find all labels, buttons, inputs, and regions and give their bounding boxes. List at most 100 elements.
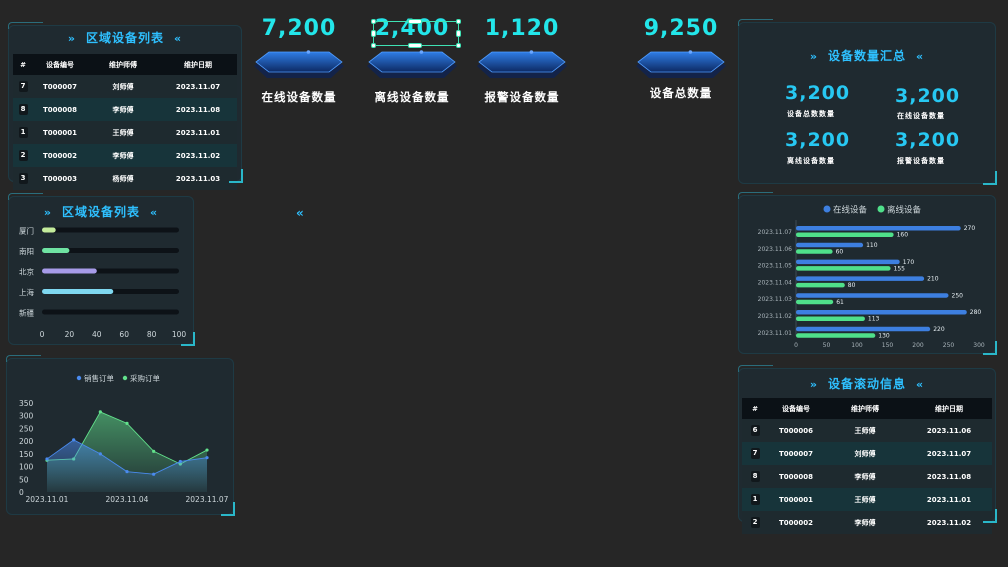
bar-value-label: 110 <box>866 242 878 249</box>
table-row[interactable]: 3 T000003 杨师傅 2023.11.03 <box>13 167 237 190</box>
category-label: 新疆 <box>19 308 34 318</box>
region-bar-chart-panel: » 区域设备列表 « 厦门 南阳 北京 上海 新疆 0 20 40 60 80 100 <box>8 193 195 346</box>
data-point <box>125 470 129 474</box>
legend-dot <box>823 205 831 213</box>
table-row[interactable]: 7 T000007 刘师傅 2023.11.07 <box>742 442 992 465</box>
date-cell: 2023.11.08 <box>159 98 237 121</box>
bar <box>796 310 967 315</box>
panel-tab <box>8 22 43 29</box>
panel-tab <box>738 19 773 26</box>
bar <box>796 282 845 288</box>
selection-box[interactable] <box>371 19 461 48</box>
date-cell: 2023.11.07 <box>906 442 992 465</box>
technician-cell: 刘师傅 <box>824 442 906 465</box>
row-index-cell: 8 <box>13 98 33 121</box>
bar-value-label: 155 <box>894 265 906 272</box>
y-tick-label: 200 <box>19 437 34 446</box>
double-chevron-left-icon: « <box>916 378 925 391</box>
resize-handle-bottom-left[interactable] <box>371 43 376 48</box>
bar-track <box>42 227 179 233</box>
table-row[interactable]: 7 T000007 刘师傅 2023.11.07 <box>13 75 237 98</box>
category-label: 2023.11.07 <box>758 229 793 236</box>
kpi-label-text: 在线设备数量 <box>261 90 337 104</box>
kpi-pedestal-icon <box>477 50 567 78</box>
kpi-value: 1,120 <box>475 16 569 41</box>
table-row[interactable]: 2 T000002 李师傅 2023.11.02 <box>742 511 992 534</box>
table-row[interactable]: 8 T000008 李师傅 2023.11.08 <box>13 98 237 121</box>
resize-handle-top[interactable] <box>408 19 422 24</box>
device-id-cell: T000003 <box>33 167 87 190</box>
legend-label: 在线设备 <box>833 205 868 216</box>
device-id-cell: T000007 <box>33 75 87 98</box>
category-label: 2023.11.04 <box>758 279 793 286</box>
row-index-cell: 1 <box>742 488 768 511</box>
technician-cell: 李师傅 <box>87 144 159 167</box>
data-point <box>152 449 156 453</box>
bar <box>42 227 56 233</box>
column-header-date: 维护日期 <box>159 54 237 75</box>
bar-value-label: 61 <box>836 299 844 306</box>
kpi-label-text: 设备总数量 <box>649 86 713 100</box>
column-header-technician: 维护师傅 <box>87 54 159 75</box>
technician-cell: 刘师傅 <box>87 75 159 98</box>
column-header-index: # <box>13 54 33 75</box>
bar <box>796 326 931 332</box>
bar-value-label: 80 <box>848 282 856 289</box>
kpi-value: 7,200 <box>252 16 346 41</box>
column-header-device-id: 设备编号 <box>768 398 824 419</box>
region-bar-chart: 厦门南阳北京上海新疆0 20 40 60 80 100 <box>19 227 186 340</box>
y-tick-label: 150 <box>19 450 34 459</box>
x-tick-label: 100 <box>851 342 863 349</box>
data-point <box>125 421 129 425</box>
panel-title-text: 区域设备列表 <box>85 31 164 45</box>
technician-cell: 王师傅 <box>87 121 159 144</box>
double-chevron-right-icon: » <box>809 50 818 63</box>
kpi-label-text: 离线设备数量 <box>374 90 450 104</box>
column-header-date: 维护日期 <box>906 398 992 419</box>
table-row[interactable]: 1 T000001 王师傅 2023.11.01 <box>742 488 992 511</box>
device-id-cell: T000001 <box>768 488 824 511</box>
panel-title: » 区域设备列表 « <box>9 29 241 46</box>
bar <box>796 226 961 231</box>
device-id-cell: T000006 <box>768 419 824 442</box>
row-index-cell: 2 <box>742 511 768 534</box>
category-label: 2023.11.03 <box>758 296 793 303</box>
x-tick-label: 2023.11.01 <box>26 495 69 504</box>
legend-dot <box>877 205 885 213</box>
resize-handle-bottom-right[interactable] <box>456 43 461 48</box>
kpi-number: 7,200 <box>261 16 337 41</box>
table-row[interactable]: 2 T000002 李师傅 2023.11.02 <box>13 144 237 167</box>
data-point <box>178 459 182 464</box>
panel-corner-decoration <box>221 502 235 516</box>
category-label: 2023.11.02 <box>758 313 793 320</box>
resize-handle-top-right[interactable] <box>456 19 461 24</box>
panel-title: » 设备数量汇总 « <box>739 47 995 64</box>
x-tick-label: 50 <box>823 342 831 349</box>
device-id-cell: T000008 <box>768 465 824 488</box>
summary-value-alarm: 3,200 <box>895 129 961 151</box>
bar <box>796 249 833 254</box>
resize-handle-left[interactable] <box>371 30 376 37</box>
category-label: 厦门 <box>19 227 34 236</box>
x-tick-label: 150 <box>882 342 894 349</box>
date-cell: 2023.11.06 <box>906 419 992 442</box>
panel-corner-decoration <box>983 171 997 185</box>
resize-handle-right[interactable] <box>456 30 461 37</box>
resize-handle-top-left[interactable] <box>371 19 376 24</box>
table-row[interactable]: 1 T000001 王师傅 2023.11.01 <box>13 121 237 144</box>
data-point <box>152 472 156 476</box>
y-tick-label: 0 <box>19 488 24 497</box>
resize-handle-bottom[interactable] <box>408 43 422 48</box>
x-tick-label: 60 <box>119 330 129 339</box>
category-label: 2023.11.01 <box>758 330 793 337</box>
orders-chart-panel: 销售订单 采购订单 0 50 100 150 200 250 300 350 2023.11.01 2… <box>6 355 235 516</box>
x-tick-label: 2023.11.04 <box>106 495 149 504</box>
device-id-cell: T000002 <box>33 144 87 167</box>
row-index-cell: 8 <box>742 465 768 488</box>
row-index: 2 <box>18 150 28 161</box>
date-cell: 2023.11.08 <box>906 465 992 488</box>
table-row[interactable]: 8 T000008 李师傅 2023.11.08 <box>742 465 992 488</box>
bar <box>796 266 891 271</box>
row-index-cell: 6 <box>742 419 768 442</box>
table-row[interactable]: 6 T000006 王师傅 2023.11.06 <box>742 419 992 442</box>
